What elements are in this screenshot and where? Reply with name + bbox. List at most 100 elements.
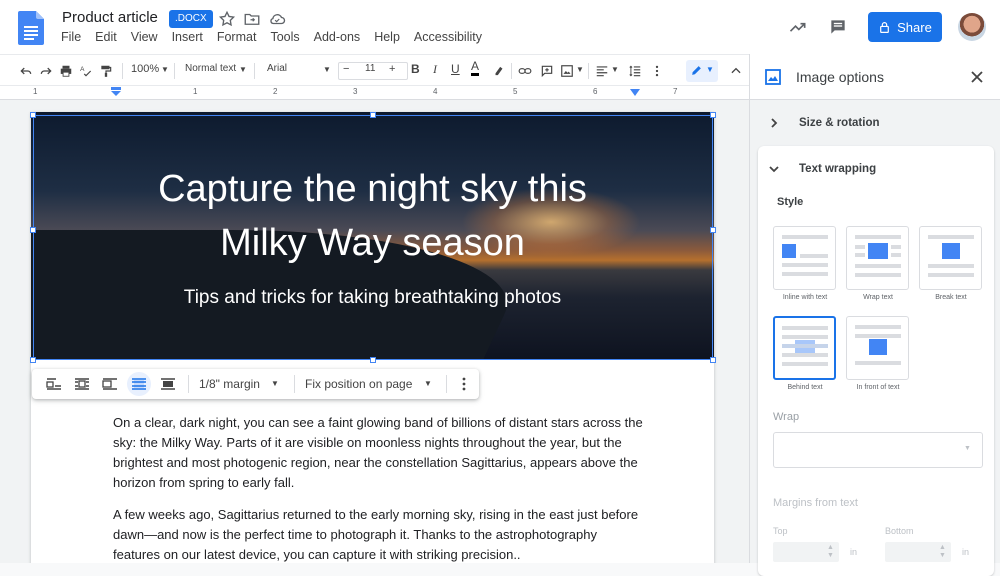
margin-top-stepper-icon: ▲ ▼ bbox=[827, 544, 834, 559]
style-select[interactable]: Normal text bbox=[185, 63, 236, 74]
document-title[interactable]: Product article bbox=[62, 9, 158, 26]
paint-format-icon[interactable] bbox=[99, 64, 113, 78]
menu-help[interactable]: Help bbox=[365, 30, 405, 46]
ruler-label: 7 bbox=[673, 87, 678, 96]
wrap-text-icon[interactable] bbox=[74, 376, 90, 392]
position-dropdown-icon[interactable]: ▼ bbox=[424, 379, 432, 388]
close-icon[interactable] bbox=[970, 70, 984, 84]
print-icon[interactable] bbox=[59, 64, 73, 78]
resize-handle-top-right[interactable] bbox=[710, 112, 716, 118]
redo-icon[interactable] bbox=[39, 64, 53, 78]
highlight-icon[interactable] bbox=[492, 64, 506, 78]
text-color-button[interactable]: A bbox=[471, 60, 480, 76]
wrap-option-behind[interactable] bbox=[773, 316, 836, 380]
zoom-dropdown-icon[interactable]: ▼ bbox=[161, 65, 169, 74]
menu-insert[interactable]: Insert bbox=[163, 30, 208, 46]
image-floating-toolbar: 1/8" margin ▼ Fix position on page ▼ bbox=[32, 369, 479, 399]
font-size-input[interactable]: 11 bbox=[365, 63, 375, 74]
ruler-label: 4 bbox=[433, 87, 438, 96]
break-text-icon[interactable] bbox=[102, 376, 118, 392]
resize-handle-bottom-right[interactable] bbox=[710, 357, 716, 363]
wrap-option-inline[interactable] bbox=[773, 226, 836, 290]
collapse-toolbar-icon[interactable] bbox=[729, 64, 743, 78]
margin-top-input[interactable]: ▲ ▼ bbox=[773, 542, 839, 562]
spellcheck-icon[interactable]: A bbox=[79, 64, 93, 78]
avatar[interactable] bbox=[958, 13, 986, 41]
cloud-status-icon[interactable] bbox=[268, 10, 286, 28]
wrap-option-break[interactable] bbox=[919, 226, 982, 290]
image-dropdown-icon[interactable]: ▼ bbox=[576, 65, 584, 74]
pencil-icon bbox=[692, 66, 701, 75]
hero-subtitle: Tips and tricks for taking breathtaking … bbox=[183, 287, 562, 308]
behind-text-button[interactable] bbox=[127, 372, 151, 396]
editing-mode-dropdown-icon: ▼ bbox=[706, 65, 714, 74]
link-icon[interactable] bbox=[518, 64, 532, 78]
align-dropdown-icon[interactable]: ▼ bbox=[611, 65, 619, 74]
formatting-toolbar: A 100% ▼ Normal text ▼ Arial ▼ − 11 + B … bbox=[0, 54, 749, 86]
section-size-rotation[interactable]: Size & rotation bbox=[750, 100, 1000, 146]
font-size-increase-button[interactable]: + bbox=[389, 63, 395, 75]
activity-trend-icon[interactable] bbox=[788, 17, 808, 37]
font-dropdown-icon[interactable]: ▼ bbox=[323, 65, 331, 74]
italic-button[interactable]: I bbox=[433, 62, 437, 77]
zoom-select[interactable]: 100% bbox=[131, 63, 159, 75]
paragraph-1[interactable]: On a clear, dark night, you can see a fa… bbox=[113, 413, 643, 493]
line-spacing-icon[interactable] bbox=[628, 64, 642, 78]
resize-handle-top-left[interactable] bbox=[30, 112, 36, 118]
section-size-rotation-label: Size & rotation bbox=[799, 117, 880, 129]
chevron-right-icon bbox=[771, 118, 778, 128]
wrap-inline-icon[interactable] bbox=[46, 376, 62, 392]
star-icon[interactable] bbox=[218, 10, 236, 28]
hero-title-line-1: Capture the night sky this bbox=[158, 168, 587, 210]
style-dropdown-icon[interactable]: ▼ bbox=[239, 65, 247, 74]
more-vert-icon[interactable] bbox=[456, 376, 472, 392]
position-select[interactable]: Fix position on page bbox=[305, 377, 412, 391]
menu-addons[interactable]: Add-ons bbox=[305, 30, 366, 46]
left-indent-marker-icon[interactable] bbox=[111, 87, 121, 96]
editing-mode-button[interactable]: ▼ bbox=[686, 60, 718, 82]
undo-icon[interactable] bbox=[19, 64, 33, 78]
move-folder-icon[interactable] bbox=[243, 10, 261, 28]
wrap-option-in-front[interactable] bbox=[846, 316, 909, 380]
wrap-option-break-label: Break text bbox=[935, 294, 967, 301]
resize-handle-top[interactable] bbox=[370, 112, 376, 118]
margin-bottom-label: Bottom bbox=[885, 526, 914, 536]
more-options-icon[interactable] bbox=[650, 64, 664, 78]
wrap-option-wrap[interactable] bbox=[846, 226, 909, 290]
menu-view[interactable]: View bbox=[122, 30, 163, 46]
menu-file[interactable]: File bbox=[52, 30, 86, 46]
ruler[interactable]: 1 1 2 3 4 5 6 7 bbox=[0, 86, 749, 100]
margin-bottom-input[interactable]: ▲ ▼ bbox=[885, 542, 951, 562]
wrap-option-inline-label: Inline with text bbox=[782, 294, 828, 301]
share-button[interactable]: Share bbox=[868, 12, 942, 42]
menu-format[interactable]: Format bbox=[208, 30, 262, 46]
font-select[interactable]: Arial bbox=[267, 63, 287, 74]
menu-accessibility[interactable]: Accessibility bbox=[405, 30, 487, 46]
right-indent-marker-icon[interactable] bbox=[630, 89, 640, 96]
comment-add-icon[interactable] bbox=[540, 64, 554, 78]
menu-tools[interactable]: Tools bbox=[261, 30, 304, 46]
underline-button[interactable]: U bbox=[451, 62, 460, 76]
resize-handle-right[interactable] bbox=[710, 227, 716, 233]
align-icon[interactable] bbox=[595, 64, 609, 78]
resize-handle-left[interactable] bbox=[30, 227, 36, 233]
menu-edit[interactable]: Edit bbox=[86, 30, 122, 46]
text-wrapping-header[interactable]: Text wrapping bbox=[758, 146, 994, 186]
resize-handle-bottom[interactable] bbox=[370, 357, 376, 363]
paragraph-2[interactable]: A few weeks ago, Sagittarius returned to… bbox=[113, 505, 643, 563]
font-size-decrease-button[interactable]: − bbox=[343, 63, 349, 75]
in-front-of-text-icon[interactable] bbox=[160, 376, 176, 392]
docs-logo-icon[interactable] bbox=[18, 11, 44, 45]
margin-select[interactable]: 1/8" margin bbox=[199, 377, 260, 391]
wrap-select[interactable]: ▼ bbox=[773, 432, 983, 468]
hero-image[interactable]: Capture the night sky this Milky Way sea… bbox=[31, 112, 714, 359]
insert-image-icon[interactable] bbox=[560, 64, 574, 78]
document-page[interactable]: Capture the night sky this Milky Way sea… bbox=[31, 112, 714, 563]
panel-title: Image options bbox=[796, 69, 884, 85]
image-options-panel: Image options Size & rotation Text wrapp… bbox=[749, 54, 1000, 576]
bold-button[interactable]: B bbox=[411, 62, 420, 76]
comments-icon[interactable] bbox=[828, 17, 848, 37]
margin-dropdown-icon[interactable]: ▼ bbox=[271, 379, 279, 388]
margin-top-unit: in bbox=[850, 547, 858, 557]
resize-handle-bottom-left[interactable] bbox=[30, 357, 36, 363]
